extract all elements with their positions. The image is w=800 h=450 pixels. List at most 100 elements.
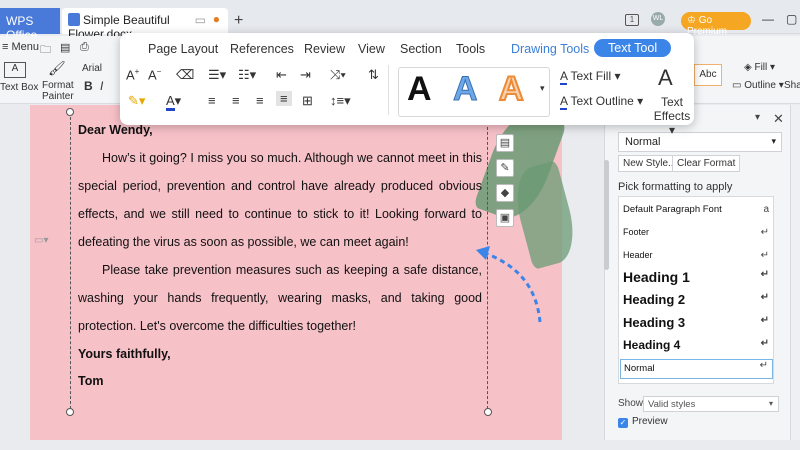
distribute-icon[interactable]: ⊞ xyxy=(302,93,313,109)
separator xyxy=(388,65,389,115)
check-icon: ✓ xyxy=(618,418,628,428)
tab-review[interactable]: Review xyxy=(304,42,345,56)
text-outline-button[interactable]: A Text Outline ▾ xyxy=(560,94,643,110)
numbered-list-icon[interactable]: ☷▾ xyxy=(238,67,256,83)
fill-bucket-icon[interactable]: ◆ xyxy=(496,184,514,202)
text-style-gallery: A A A xyxy=(398,67,550,117)
border-icon[interactable]: ▣ xyxy=(496,209,514,227)
outline-button[interactable]: ▭ Outline ▾ xyxy=(732,80,784,91)
format-painter-button[interactable]: Format Painter xyxy=(42,80,74,102)
screen-icon[interactable]: ▭ xyxy=(195,13,206,27)
letter-signature: Tom xyxy=(78,374,104,388)
tab-page-layout[interactable]: Page Layout xyxy=(148,42,218,56)
list-item[interactable]: Footer ↵ xyxy=(623,227,773,238)
current-style-select[interactable]: Normal ▾ xyxy=(618,132,782,152)
clear-formatting-icon[interactable]: ⌫ xyxy=(176,67,194,83)
tab-document[interactable]: Simple Beautiful Flower.docx ▭ ● xyxy=(62,8,228,41)
resize-handle[interactable] xyxy=(66,408,74,416)
resize-handle[interactable] xyxy=(484,408,492,416)
text-box-button[interactable]: Text Box xyxy=(0,82,38,93)
letter-paragraph-2: Please take prevention measures such as … xyxy=(78,263,482,333)
new-tab-button[interactable]: + xyxy=(234,12,243,30)
tab-drawing-tools[interactable]: Drawing Tools xyxy=(511,42,589,56)
font-name-select[interactable]: Arial xyxy=(82,63,102,74)
right-tool-strip xyxy=(790,105,800,450)
go-premium-button[interactable]: ♔ Go Premium xyxy=(681,12,751,37)
preview-checkbox[interactable]: ✓ Preview xyxy=(618,416,668,428)
crown-icon: ♔ xyxy=(687,15,699,26)
quick-tools: ▤ ✎ ◆ ▣ xyxy=(496,134,516,234)
chevron-down-icon: ▾ xyxy=(768,399,773,408)
tab-tools[interactable]: Tools xyxy=(456,42,485,56)
style-orange-a[interactable]: A xyxy=(498,69,525,109)
tab-view[interactable]: View xyxy=(358,42,385,56)
menu-button[interactable]: ≡ Menu xyxy=(2,41,39,53)
outline-icon: ▭ xyxy=(732,80,745,91)
justify-icon[interactable]: ≡ xyxy=(276,91,292,106)
list-item[interactable]: Heading 4 ↵ xyxy=(623,338,773,352)
bullet-list-icon[interactable]: ☰▾ xyxy=(208,67,226,83)
style-list: Default Paragraph Font a Footer ↵ Header ↵ … xyxy=(618,196,774,384)
text-fill-button[interactable]: A Text Fill ▾ xyxy=(560,69,621,85)
resize-handle[interactable] xyxy=(66,108,74,116)
list-item[interactable]: Heading 3 ↵ xyxy=(623,315,773,330)
increase-font-icon[interactable]: A+ xyxy=(126,67,139,82)
align-center-icon[interactable]: ≡ xyxy=(232,93,240,108)
text-style-abc[interactable]: Abc xyxy=(694,64,722,86)
text-effects-icon: A xyxy=(658,65,673,90)
italic-button[interactable]: I xyxy=(100,79,103,93)
pen-icon[interactable]: ✎ xyxy=(496,159,514,177)
list-item[interactable]: Heading 1 ↵ xyxy=(623,269,773,285)
shape-button[interactable]: Shap xyxy=(784,80,800,91)
fill-icon: ◈ xyxy=(744,62,755,73)
text-direction-icon[interactable]: ⤨▾ xyxy=(330,67,346,83)
tab-references[interactable]: References xyxy=(230,42,294,56)
layout-options-icon[interactable]: ▤ xyxy=(496,134,514,152)
status-bar xyxy=(0,440,800,450)
text-effects-button[interactable]: Text Effects ▾ xyxy=(650,95,694,137)
maximize-button[interactable]: ▢ xyxy=(786,12,797,26)
gallery-expand-icon[interactable]: ▾ xyxy=(540,83,545,94)
title-bar: WPS Office Simple Beautiful Flower.docx … xyxy=(0,0,800,42)
tab-text-tool[interactable]: Text Tool xyxy=(594,39,672,57)
list-item[interactable]: Normal ↵ xyxy=(620,359,773,379)
decrease-font-icon[interactable]: A− xyxy=(148,67,161,82)
show-label: Show: xyxy=(618,398,646,409)
collapse-marker-icon[interactable]: ▭▾ xyxy=(34,235,48,246)
text-box-icon[interactable]: A xyxy=(4,62,26,78)
list-item[interactable]: Heading 2 ↵ xyxy=(623,292,773,307)
letter-closing: Yours faithfully, xyxy=(78,347,171,361)
letter-paragraph-1: How’s it going? I miss you so much. Alth… xyxy=(78,151,482,249)
style-black-a[interactable]: A xyxy=(407,70,432,109)
panel-collapse-icon[interactable]: ▾ xyxy=(755,112,760,123)
document-icon xyxy=(68,13,80,26)
save-icon[interactable]: ▤ xyxy=(60,41,70,54)
chevron-down-icon: ▾ xyxy=(771,136,776,146)
menu-label: Menu xyxy=(11,41,40,53)
format-painter-icon[interactable]: 🖌 xyxy=(48,60,66,77)
sort-icon[interactable]: ⇅ xyxy=(368,67,379,83)
bold-button[interactable]: B xyxy=(84,79,93,93)
tab-wps-office[interactable]: WPS Office xyxy=(0,8,60,42)
close-icon[interactable]: ✕ xyxy=(773,111,784,127)
list-item[interactable]: Header ↵ xyxy=(623,250,773,261)
vertical-scrollbar[interactable] xyxy=(604,160,609,270)
minimize-button[interactable]: — xyxy=(762,12,774,26)
line-spacing-icon[interactable]: ↕≡▾ xyxy=(330,93,351,109)
fill-button[interactable]: ◈ Fill ▾ xyxy=(744,62,775,73)
decrease-indent-icon[interactable]: ⇤ xyxy=(276,67,287,83)
increase-indent-icon[interactable]: ⇥ xyxy=(300,67,311,83)
font-color-icon[interactable]: A▾ xyxy=(166,93,181,111)
tab-section[interactable]: Section xyxy=(400,42,442,56)
print-icon[interactable]: ⎙ xyxy=(80,41,89,54)
align-left-icon[interactable]: ≡ xyxy=(208,93,216,108)
avatar[interactable]: WL xyxy=(651,12,665,26)
align-right-icon[interactable]: ≡ xyxy=(256,93,264,108)
list-item[interactable]: Default Paragraph Font a xyxy=(623,204,773,215)
style-blue-a[interactable]: A xyxy=(453,70,479,109)
clear-format-button[interactable]: Clear Format xyxy=(672,155,741,172)
show-filter-select[interactable]: Valid styles ▾ xyxy=(643,396,779,412)
highlight-icon[interactable]: ✎▾ xyxy=(128,93,145,109)
text-outline-icon: A xyxy=(560,94,568,110)
window-badge-icon[interactable]: 1 xyxy=(625,13,639,26)
